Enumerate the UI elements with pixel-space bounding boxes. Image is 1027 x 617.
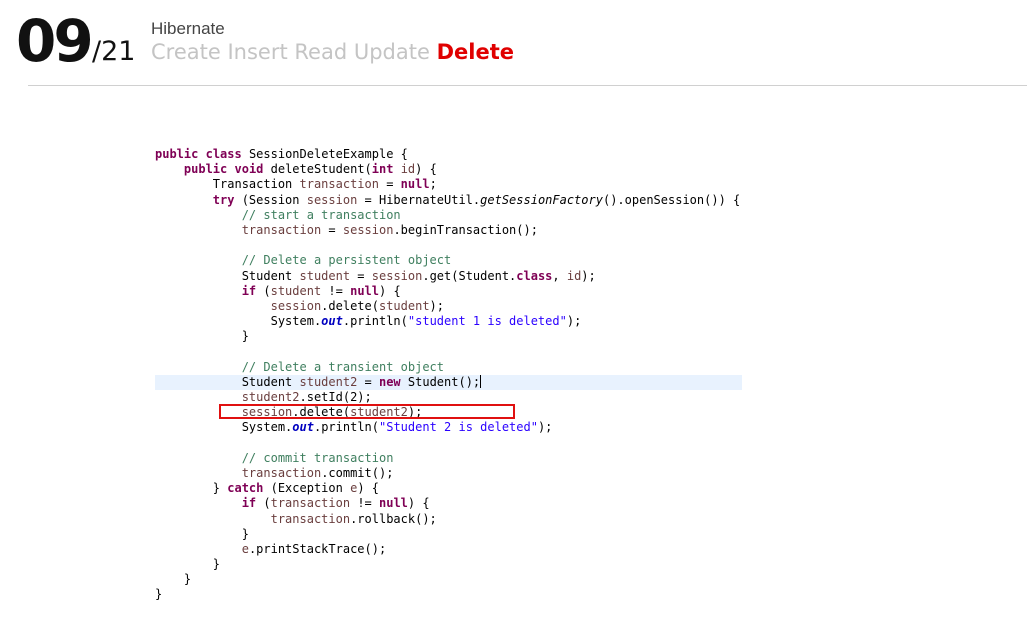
- code-line: public void deleteStudent(int id) {: [183, 162, 437, 177]
- code-line: Student student2 = new Student();: [155, 374, 742, 390]
- code-block: public class SessionDeleteExample { publ…: [155, 147, 742, 603]
- code-line: }: [155, 587, 163, 602]
- code-line: transaction.rollback();: [270, 511, 437, 526]
- crud-update: Update: [353, 40, 430, 64]
- crud-create: Create: [151, 40, 221, 64]
- code-line: Student student = session.get(Student.cl…: [155, 268, 596, 283]
- code-line: } catch (Exception e) {: [155, 481, 379, 496]
- code-line: if (student != null) {: [241, 283, 401, 298]
- code-line: // Delete a transient object: [241, 359, 444, 374]
- code-line: try (Session session = HibernateUtil.get…: [212, 192, 741, 207]
- crud-delete-active: Delete: [436, 40, 515, 64]
- code-line: }: [155, 572, 192, 587]
- code-line: Transaction transaction = null;: [155, 177, 437, 192]
- code-line: }: [155, 557, 221, 572]
- crud-title: Create Insert Read Update Delete: [151, 38, 514, 66]
- code-line: }: [155, 526, 249, 541]
- code-line: if (transaction != null) {: [241, 496, 430, 511]
- code-line: // commit transaction: [241, 450, 394, 465]
- page-number: 09: [16, 7, 94, 75]
- code-line: student2.setId(2);: [241, 390, 372, 404]
- code-line: // start a transaction: [241, 207, 401, 222]
- crud-insert: Insert: [227, 40, 288, 64]
- code-line: // Delete a persistent object: [241, 253, 452, 268]
- slide-subtitle: Hibernate: [151, 19, 225, 38]
- page-total: /21: [92, 36, 136, 67]
- code-line: session.delete(student);: [270, 298, 444, 313]
- code-line: transaction.commit();: [241, 465, 394, 480]
- highlight-box: [219, 404, 515, 419]
- code-line: System.out.println("student 1 is deleted…: [155, 314, 582, 329]
- header-divider: [28, 85, 1027, 86]
- code-line: public class SessionDeleteExample {: [155, 147, 408, 161]
- text-cursor: [480, 374, 482, 388]
- code-line: System.out.println("Student 2 is deleted…: [155, 420, 553, 435]
- code-line: e.printStackTrace();: [241, 541, 387, 556]
- code-line: transaction = session.beginTransaction()…: [241, 222, 538, 237]
- code-line: }: [155, 329, 249, 344]
- crud-read: Read: [294, 40, 348, 64]
